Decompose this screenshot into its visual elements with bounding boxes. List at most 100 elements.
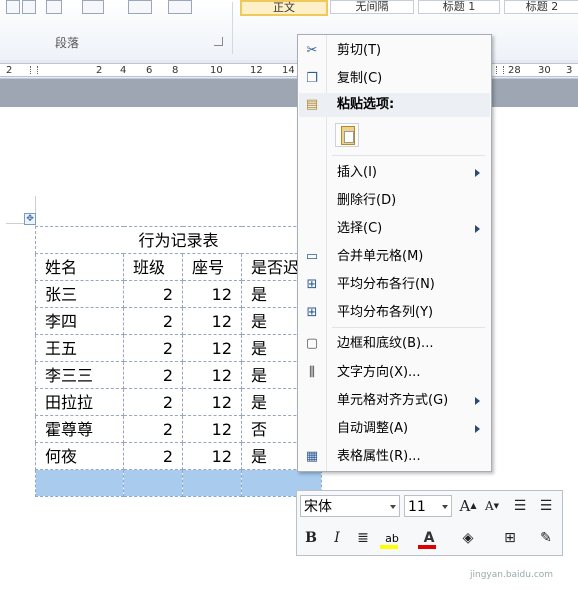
font-size-combo[interactable]: 11 xyxy=(404,495,452,517)
ruler-number: 3 xyxy=(566,65,573,76)
paste-sheet-icon xyxy=(344,131,354,143)
name-cell[interactable]: 张三 xyxy=(35,280,124,308)
menu-item-borders-shading[interactable]: ▢ 边框和底纹(B)... xyxy=(299,332,490,356)
distribute-columns-icon: ⊞ xyxy=(306,305,318,320)
menu-item-autofit[interactable]: 自动调整(A) xyxy=(299,417,490,441)
watermark: jingyan.baidu.com xyxy=(470,570,554,580)
selected-cell[interactable] xyxy=(123,469,183,497)
behavior-table[interactable]: 行为记录表 姓名 班级 座号 是否迟 张三 2 12 是 李四 2 12 是 王… xyxy=(35,226,322,497)
seat-cell[interactable]: 12 xyxy=(182,334,242,362)
increase-indent-button[interactable]: ☰ xyxy=(535,495,557,517)
bold-button[interactable]: B xyxy=(300,527,322,549)
submenu-arrow-icon xyxy=(475,225,480,233)
table-row: 张三 2 12 是 xyxy=(35,280,322,308)
menu-item-insert[interactable]: 插入(I) xyxy=(299,161,490,185)
menu-label: 粘贴选项: xyxy=(337,97,395,112)
font-name-value: 宋体 xyxy=(304,499,332,515)
shading-button[interactable]: ◈ xyxy=(457,527,479,549)
grow-arrow-icon: ▲ xyxy=(470,501,477,510)
paragraph-dialog-launcher[interactable] xyxy=(214,37,223,46)
class-cell[interactable]: 2 xyxy=(123,334,183,362)
grow-font-button[interactable]: A▲ xyxy=(457,495,479,517)
seat-cell[interactable]: 12 xyxy=(182,361,242,389)
name-cell[interactable]: 霍尊尊 xyxy=(35,415,124,443)
decrease-indent-icon: ☰ xyxy=(513,498,527,514)
style-heading-1[interactable]: 标题 1 xyxy=(418,0,500,14)
paint-bucket-icon: ◈ xyxy=(462,530,474,546)
border-button[interactable]: ⊞ xyxy=(499,527,521,549)
seat-cell[interactable]: 12 xyxy=(182,280,242,308)
menu-separator xyxy=(332,155,485,156)
line-spacing-icon[interactable] xyxy=(82,0,104,14)
class-cell[interactable]: 2 xyxy=(123,388,183,416)
style-heading-2[interactable]: 标题 2 xyxy=(504,0,578,14)
menu-item-cell-alignment[interactable]: 单元格对齐方式(G) xyxy=(299,389,490,413)
header-cell[interactable]: 班级 xyxy=(123,253,183,281)
format-painter-button[interactable]: ✎ xyxy=(535,527,557,549)
italic-button[interactable]: I xyxy=(326,527,348,549)
ruler-number: 28 xyxy=(508,65,521,76)
paragraph-group-label: 段落 xyxy=(55,36,80,50)
name-cell[interactable]: 田拉拉 xyxy=(35,388,124,416)
style-normal[interactable]: 正文 xyxy=(240,0,328,16)
table-properties-icon: ▦ xyxy=(305,449,319,464)
class-cell[interactable]: 2 xyxy=(123,442,183,470)
scissors-icon: ✂ xyxy=(306,43,318,58)
ruler-number: 4 xyxy=(120,65,127,76)
style-no-spacing[interactable]: 无间隔 xyxy=(330,0,414,14)
ruler-column-marker[interactable] xyxy=(496,66,504,74)
name-cell[interactable]: 何夜 xyxy=(35,442,124,470)
selected-cell[interactable] xyxy=(182,469,242,497)
class-cell[interactable]: 2 xyxy=(123,307,183,335)
class-cell[interactable]: 2 xyxy=(123,280,183,308)
border-icon[interactable] xyxy=(168,0,192,14)
ribbon-separator xyxy=(232,2,233,54)
table-title-cell[interactable]: 行为记录表 xyxy=(35,226,322,254)
name-cell[interactable]: 王五 xyxy=(35,334,124,362)
justify-icon[interactable] xyxy=(46,0,62,14)
name-cell[interactable]: 李三三 xyxy=(35,361,124,389)
center-button[interactable]: ≣ xyxy=(352,527,374,549)
header-cell[interactable]: 座号 xyxy=(182,253,242,281)
table-row: 田拉拉 2 12 是 xyxy=(35,388,322,416)
shading-icon[interactable] xyxy=(128,0,152,14)
align-left-icon[interactable] xyxy=(6,0,20,14)
increase-indent-icon: ☰ xyxy=(539,498,553,514)
paste-keep-text-only-button[interactable] xyxy=(335,123,359,147)
menu-separator xyxy=(332,327,485,328)
menu-item-text-direction[interactable]: ⫼ 文字方向(X)... xyxy=(299,361,490,385)
chevron-down-icon xyxy=(390,505,396,509)
menu-item-distribute-rows[interactable]: ⊞ 平均分布各行(N) xyxy=(299,273,490,297)
seat-cell[interactable]: 12 xyxy=(182,442,242,470)
ruler-margin-marker[interactable] xyxy=(30,66,38,74)
menu-label: 合并单元格(M) xyxy=(337,249,424,264)
italic-icon: I xyxy=(334,530,340,546)
align-center-icon[interactable] xyxy=(22,0,36,14)
table-row: 李三三 2 12 是 xyxy=(35,361,322,389)
table-row: 王五 2 12 是 xyxy=(35,334,322,362)
menu-item-merge-cells[interactable]: ▭ 合并单元格(M) xyxy=(299,245,490,269)
header-cell[interactable]: 姓名 xyxy=(35,253,124,281)
decrease-indent-button[interactable]: ☰ xyxy=(509,495,531,517)
menu-item-distribute-columns[interactable]: ⊞ 平均分布各列(Y) xyxy=(299,301,490,325)
font-color-button[interactable]: A xyxy=(415,527,443,549)
highlight-button[interactable]: ab xyxy=(377,527,407,549)
selected-cell[interactable] xyxy=(35,469,124,497)
seat-cell[interactable]: 12 xyxy=(182,307,242,335)
menu-item-table-properties[interactable]: ▦ 表格属性(R)... xyxy=(299,445,490,469)
class-cell[interactable]: 2 xyxy=(123,361,183,389)
ruler-number: 30 xyxy=(538,65,551,76)
seat-cell[interactable]: 12 xyxy=(182,415,242,443)
font-color-swatch xyxy=(418,545,436,549)
menu-item-delete-row[interactable]: 删除行(D) xyxy=(299,189,490,213)
menu-item-select[interactable]: 选择(C) xyxy=(299,217,490,241)
font-name-combo[interactable]: 宋体 xyxy=(300,495,400,517)
table-move-handle[interactable]: ✥ xyxy=(24,213,36,225)
menu-item-copy[interactable]: ❐ 复制(C) xyxy=(299,67,490,91)
menu-item-cut[interactable]: ✂ 剪切(T) xyxy=(299,39,490,63)
shrink-font-button[interactable]: A▼ xyxy=(481,495,503,517)
seat-cell[interactable]: 12 xyxy=(182,388,242,416)
ruler-number: 10 xyxy=(210,65,223,76)
name-cell[interactable]: 李四 xyxy=(35,307,124,335)
class-cell[interactable]: 2 xyxy=(123,415,183,443)
